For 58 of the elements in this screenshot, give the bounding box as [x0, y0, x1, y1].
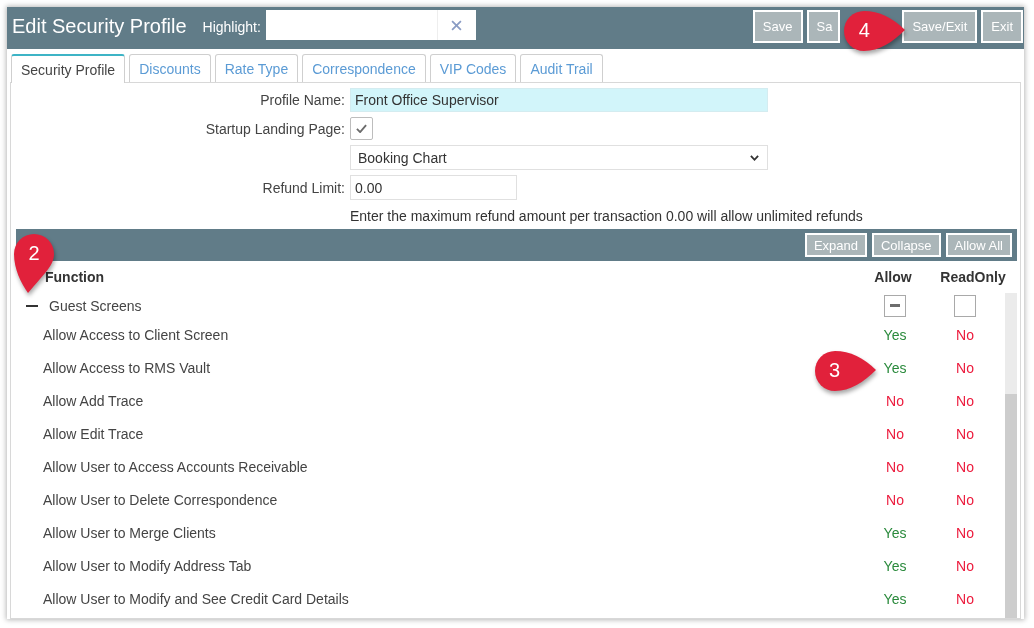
permission-name: Allow User to Access Accounts Receivable — [43, 458, 308, 475]
permission-name: Allow User to Modify Address Tab — [43, 557, 252, 574]
tab[interactable]: Security Profile — [11, 54, 126, 83]
permission-value[interactable]: No — [956, 491, 974, 508]
permission-name: Allow User to Delete Correspondence — [43, 491, 278, 508]
permission-value[interactable]: Yes — [883, 326, 907, 343]
column-header: Function — [45, 269, 105, 285]
tab[interactable]: Rate Type — [214, 54, 299, 82]
permission-value[interactable]: No — [956, 392, 974, 409]
minus-icon — [890, 304, 900, 307]
window-title: Edit Security Profile — [12, 15, 187, 38]
text-field[interactable]: Front Office Supervisor — [350, 88, 768, 112]
permission-name: Allow Edit Trace — [43, 425, 144, 442]
checkbox[interactable] — [350, 117, 373, 140]
column-header: Allow — [874, 269, 912, 285]
hint-text: Enter the maximum refund amount per transaction 0.00 will allow unlimited refunds — [350, 207, 863, 225]
permission-name: Allow Access to Client Screen — [43, 326, 229, 343]
column-header: ReadOnly — [940, 269, 1006, 285]
field-label: Startup Landing Page: — [205, 120, 345, 137]
collapse-icon[interactable] — [26, 304, 38, 307]
permission-value[interactable]: No — [956, 326, 974, 343]
tab[interactable]: Audit Trail — [520, 54, 603, 82]
permission-value[interactable]: Yes — [883, 524, 907, 541]
permission-name: Allow User to Modify and See Credit Card Details — [43, 590, 349, 607]
close-icon[interactable] — [451, 19, 463, 31]
permission-value[interactable]: No — [956, 425, 974, 442]
highlight-field[interactable] — [265, 10, 437, 40]
permission-value[interactable]: No — [956, 590, 974, 607]
checkbox[interactable] — [884, 294, 906, 317]
permission-value[interactable]: No — [886, 458, 904, 475]
permission-value[interactable]: No — [956, 359, 974, 376]
permission-name: Allow User to Merge Clients — [43, 524, 216, 541]
permission-value[interactable]: Yes — [883, 359, 907, 376]
scrollbar-thumb[interactable] — [1005, 393, 1017, 618]
check-icon — [356, 124, 367, 133]
permission-value[interactable]: No — [886, 491, 904, 508]
tab[interactable]: VIP Codes — [429, 54, 517, 82]
permission-name: Allow Access to RMS Vault — [43, 359, 211, 376]
scrollbar[interactable] — [1005, 293, 1017, 618]
permission-value[interactable]: No — [956, 458, 974, 475]
tab[interactable]: Correspondence — [302, 54, 426, 82]
dropdown[interactable]: Booking Chart — [350, 145, 768, 170]
permission-value[interactable]: Yes — [883, 557, 907, 574]
field-label: Refund Limit: — [262, 179, 345, 196]
field-label: Highlight: — [202, 18, 261, 35]
permission-value[interactable]: No — [886, 392, 904, 409]
permission-value[interactable]: No — [956, 557, 974, 574]
chevron-down-icon — [750, 154, 759, 161]
field-label: Profile Name: — [260, 92, 345, 108]
clear-button[interactable] — [436, 10, 476, 40]
permission-value[interactable]: No — [886, 425, 904, 442]
permission-value[interactable]: No — [956, 524, 974, 541]
group-label: Guest Screens — [49, 297, 142, 314]
permission-name: Allow Add Trace — [43, 392, 144, 409]
permission-value[interactable]: Yes — [883, 590, 907, 607]
text-field[interactable]: 0.00 — [350, 175, 517, 200]
checkbox[interactable] — [954, 294, 976, 317]
tab[interactable]: Discounts — [129, 54, 211, 82]
